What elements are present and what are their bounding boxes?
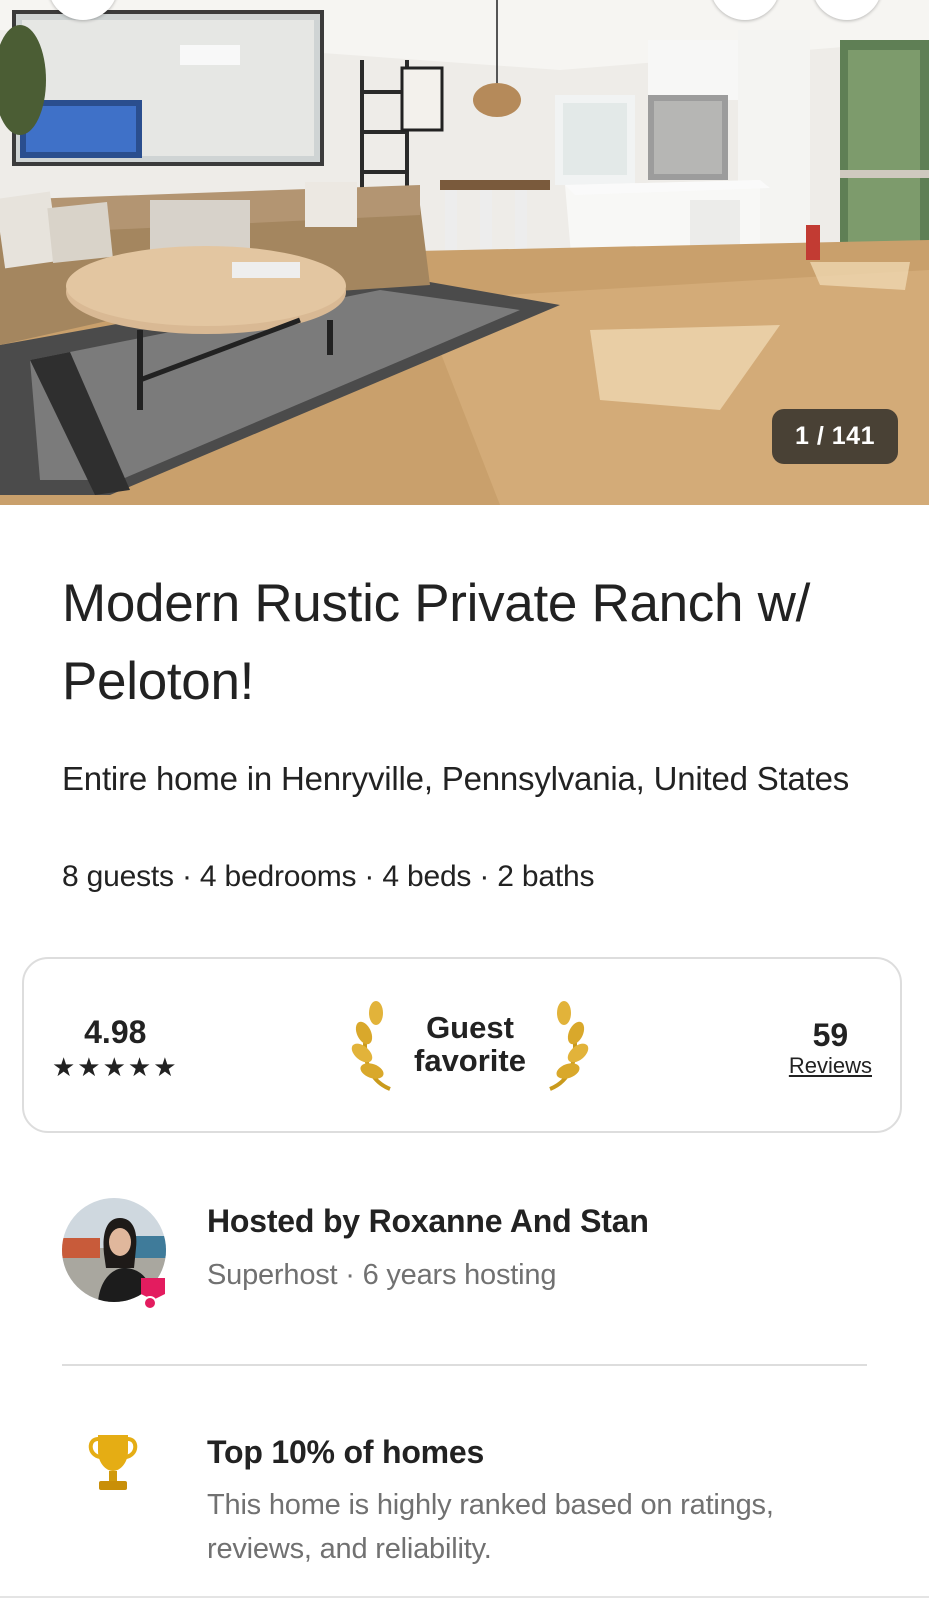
listing-details: 8 guests · 4 bedrooms · 4 beds · 2 baths	[62, 860, 595, 893]
guest-favorite-label: Guest favorite	[402, 1011, 538, 1077]
highlight-title: Top 10% of homes	[207, 1434, 485, 1470]
listing-photo[interactable]: 1 / 141	[0, 0, 929, 505]
host-subtitle: Superhost · 6 years hosting	[207, 1259, 557, 1291]
laurel-left-icon	[351, 1001, 391, 1091]
laurel-right-icon	[549, 1001, 589, 1091]
guest-favorite-line1: Guest	[426, 1010, 514, 1045]
reviews-count: 59	[812, 1017, 849, 1053]
host-name: Hosted by Roxanne And Stan	[207, 1203, 649, 1239]
rating-value: 4.98	[84, 1014, 147, 1050]
photo-counter: 1 / 141	[772, 409, 898, 464]
section-divider	[62, 1364, 867, 1366]
star-rating-icon: ★★★★★	[52, 1052, 179, 1082]
guest-favorite-line2: favorite	[414, 1043, 526, 1078]
superhost-badge-icon	[141, 1278, 165, 1310]
reviews-summary[interactable]: 59 Reviews	[789, 1017, 872, 1079]
guest-favorite-badge: Guest favorite	[350, 1001, 590, 1093]
rating-summary: 4.98 ★★★★★	[52, 1014, 179, 1082]
listing-title: Modern Rustic Private Ranch w/ Peloton!	[62, 574, 811, 711]
trophy-icon	[88, 1435, 138, 1490]
reviews-link[interactable]: Reviews	[789, 1053, 872, 1079]
listing-subtitle: Entire home in Henryville, Pennsylvania,…	[62, 760, 850, 797]
highlight-description: This home is highly ranked based on rati…	[207, 1489, 774, 1565]
section-divider-bottom	[0, 1596, 929, 1598]
rating-card[interactable]: 4.98 ★★★★★ Guest favorite 59 Reviews	[22, 957, 902, 1133]
